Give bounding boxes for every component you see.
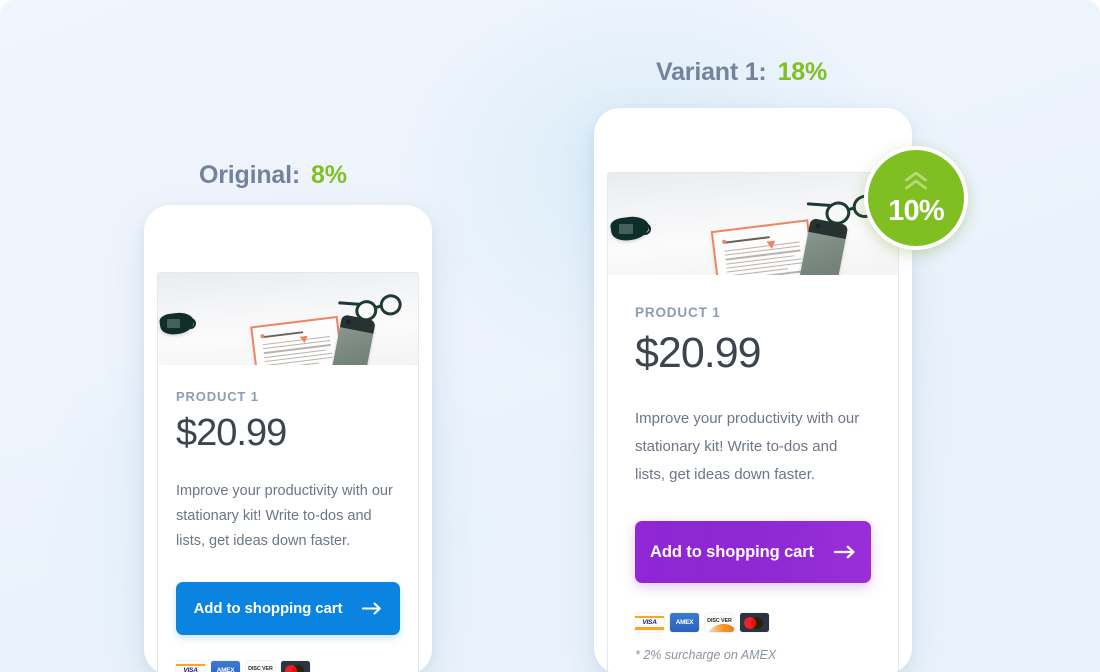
original-add-to-cart-button[interactable]: Add to shopping cart bbox=[176, 582, 400, 635]
variant1-heading: Variant 1: 18% bbox=[656, 58, 827, 87]
variant1-cta-label: Add to shopping cart bbox=[650, 542, 814, 561]
uplift-badge-value: 10% bbox=[888, 194, 944, 227]
variant1-conversion-rate: 18% bbox=[777, 58, 828, 86]
original-heading-label: Original: bbox=[199, 161, 300, 189]
variant1-surcharge-note: * 2% surcharge on AMEX bbox=[635, 648, 777, 662]
variant1-price: $20.99 bbox=[635, 329, 762, 377]
discover-icon: DISC VER bbox=[705, 613, 734, 632]
photo-earbud-chip bbox=[167, 319, 180, 328]
original-phone-mockup: PRODUCT 1 $20.99 Improve your productivi… bbox=[144, 205, 432, 672]
original-cta-label: Add to shopping cart bbox=[193, 600, 343, 617]
mastercard-icon bbox=[281, 661, 310, 672]
variant1-add-to-cart-button[interactable]: Add to shopping cart bbox=[635, 521, 871, 583]
original-card-body: PRODUCT 1 $20.99 Improve your productivi… bbox=[158, 365, 418, 672]
original-description: Improve your productivity with our stati… bbox=[176, 483, 393, 549]
variant1-description: Improve your productivity with our stati… bbox=[635, 410, 860, 483]
comparison-canvas: Original: 8% Variant 1: 18% PRODUCT 1 $2… bbox=[0, 0, 1100, 672]
original-payment-methods: VISA AMEX DISC VER bbox=[176, 661, 400, 672]
arrow-right-icon bbox=[362, 602, 382, 615]
visa-icon: VISA bbox=[635, 613, 664, 632]
variant1-product-photo bbox=[608, 173, 898, 275]
photo-earbud-ring bbox=[639, 223, 651, 235]
variant1-product-label: PRODUCT 1 bbox=[635, 305, 721, 320]
variant1-card-body: PRODUCT 1 $20.99 Improve your productivi… bbox=[608, 275, 898, 662]
photo-notebook bbox=[250, 315, 346, 365]
original-conversion-rate: 8% bbox=[310, 161, 347, 189]
photo-notebook-title bbox=[261, 331, 304, 339]
amex-icon: AMEX bbox=[670, 613, 699, 632]
photo-notebook-title bbox=[723, 236, 771, 244]
mastercard-icon bbox=[740, 613, 769, 632]
variant1-product-card: PRODUCT 1 $20.99 Improve your productivi… bbox=[607, 172, 899, 672]
discover-icon: DISC VER bbox=[246, 661, 275, 672]
original-product-card: PRODUCT 1 $20.99 Improve your productivi… bbox=[157, 272, 419, 672]
variant1-heading-label: Variant 1: bbox=[656, 58, 767, 86]
uplift-badge: 10% bbox=[864, 146, 968, 250]
visa-icon: VISA bbox=[176, 661, 205, 672]
original-product-label: PRODUCT 1 bbox=[176, 389, 259, 404]
original-price: $20.99 bbox=[176, 412, 287, 454]
original-product-photo bbox=[158, 273, 418, 365]
amex-icon: AMEX bbox=[211, 661, 240, 672]
photo-glasses bbox=[338, 279, 414, 329]
original-heading: Original: 8% bbox=[199, 161, 347, 190]
variant1-payment-methods: VISA AMEX DISC VER bbox=[635, 613, 871, 632]
double-chevron-up-icon bbox=[903, 171, 929, 196]
arrow-right-icon bbox=[833, 545, 856, 559]
photo-earbud-chip bbox=[619, 224, 633, 234]
photo-earbud-ring bbox=[185, 318, 196, 329]
